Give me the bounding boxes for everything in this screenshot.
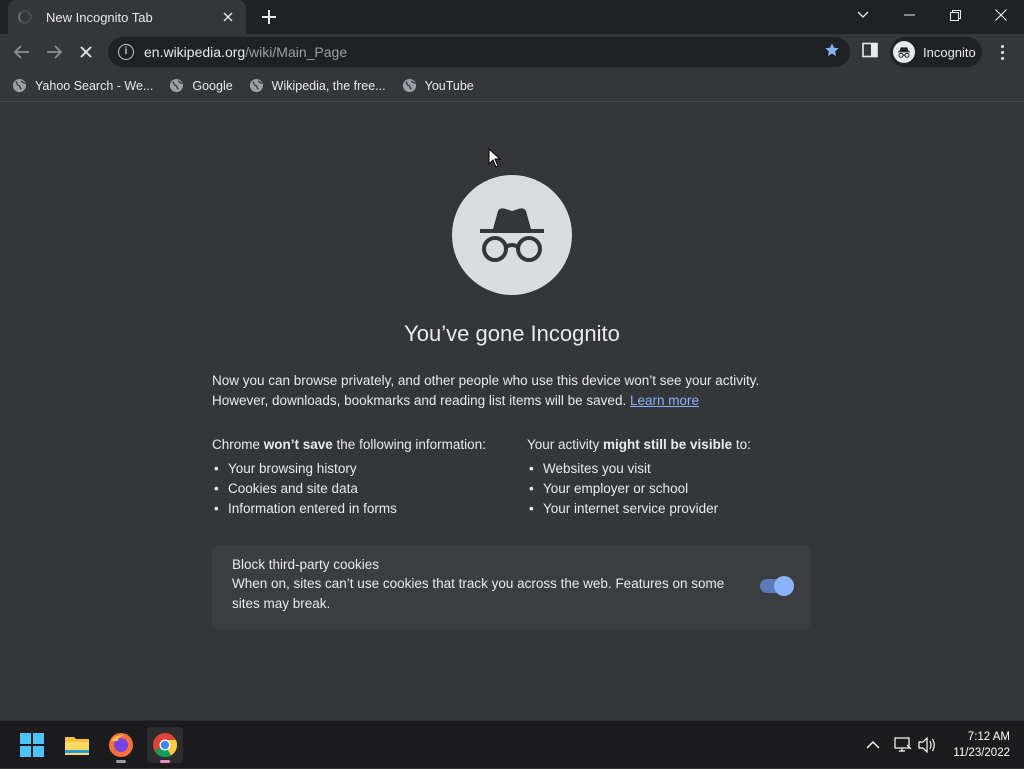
intro-line-1: Now you can browse privately, and other … — [212, 373, 760, 388]
still-visible-title-bold: might still be visible — [603, 437, 733, 452]
globe-icon — [12, 78, 27, 93]
block-cookies-toggle[interactable] — [760, 576, 794, 596]
tab-close-icon[interactable] — [220, 9, 236, 25]
bookmarks-bar: Yahoo Search - We... Google Wikipedia, t… — [0, 70, 1024, 102]
address-url[interactable]: en.wikipedia.org/wiki/Main_Page — [144, 44, 824, 60]
list-item: Information entered in forms — [212, 499, 512, 519]
windows-start-icon[interactable] — [14, 727, 50, 763]
bookmark-label: YouTube — [424, 78, 474, 93]
forward-button[interactable] — [40, 38, 68, 66]
globe-icon — [249, 78, 263, 93]
browser-toolbar: i en.wikipedia.org/wiki/Main_Page Incogn… — [0, 34, 1024, 70]
incognito-hero-icon — [452, 175, 572, 295]
list-item: Your browsing history — [212, 459, 512, 479]
address-bar[interactable]: i en.wikipedia.org/wiki/Main_Page — [108, 37, 850, 67]
list-item: Websites you visit — [527, 459, 827, 479]
wont-save-column: Chrome won’t save the following informat… — [212, 435, 512, 519]
block-cookies-card: Block third-party cookies When on, sites… — [212, 545, 810, 629]
bookmark-star-icon[interactable] — [824, 42, 840, 63]
wont-save-title: Chrome won’t save the following informat… — [212, 435, 512, 455]
network-icon[interactable] — [894, 721, 912, 769]
still-visible-title: Your activity might still be visible to: — [527, 435, 827, 455]
show-hidden-icons-chevron[interactable] — [866, 721, 880, 769]
profile-label: Incognito — [923, 44, 976, 60]
wont-save-title-pre: Chrome — [212, 437, 264, 452]
stop-loading-button[interactable] — [72, 38, 100, 66]
loading-spinner-icon — [18, 10, 32, 24]
bookmark-label: Google — [192, 78, 233, 93]
still-visible-title-post: to: — [732, 437, 751, 452]
bookmark-label: Wikipedia, the free... — [271, 78, 386, 93]
site-info-icon[interactable]: i — [118, 44, 134, 60]
windows-taskbar: 7:12 AM 11/23/2022 — [0, 720, 1024, 768]
active-indicator — [160, 760, 170, 763]
bookmark-label: Yahoo Search - We... — [35, 78, 154, 93]
url-path: /wiki/Main_Page — [245, 44, 348, 60]
running-indicator — [116, 760, 126, 763]
globe-icon — [402, 78, 416, 93]
restore-button[interactable] — [932, 0, 978, 30]
list-item: Your internet service provider — [527, 499, 827, 519]
system-clock[interactable]: 7:12 AM 11/23/2022 — [953, 729, 1010, 761]
chrome-icon[interactable] — [147, 727, 183, 763]
file-explorer-icon[interactable] — [59, 727, 95, 763]
firefox-icon[interactable] — [103, 727, 139, 763]
mouse-cursor-icon — [488, 148, 502, 168]
chrome-menu-icon[interactable] — [992, 40, 1012, 64]
still-visible-title-pre: Your activity — [527, 437, 604, 452]
still-visible-column: Your activity might still be visible to:… — [527, 435, 827, 519]
intro-line-2-text: However, downloads, bookmarks and readin… — [212, 393, 627, 408]
cookie-card-title: Block third-party cookies — [232, 557, 380, 572]
list-item: Your employer or school — [527, 479, 827, 499]
intro-line-2: However, downloads, bookmarks and readin… — [212, 391, 812, 411]
bookmark-wikipedia[interactable]: Wikipedia, the free... — [249, 78, 386, 93]
incognito-avatar-icon — [893, 41, 915, 63]
incognito-profile-button[interactable]: Incognito — [890, 37, 982, 67]
volume-icon[interactable] — [918, 721, 936, 769]
toggle-knob — [774, 576, 794, 596]
back-button[interactable] — [8, 38, 36, 66]
intro-text: Now you can browse privately, and other … — [212, 371, 812, 411]
url-host: en.wikipedia.org — [144, 44, 246, 60]
clock-time: 7:12 AM — [967, 731, 1010, 743]
learn-more-link[interactable]: Learn more — [630, 393, 699, 408]
cookie-card-description: When on, sites can’t use cookies that tr… — [232, 576, 725, 611]
side-panel-icon[interactable] — [862, 42, 882, 62]
tab-search-chevron-icon[interactable] — [840, 0, 886, 30]
new-tab-button[interactable] — [259, 7, 279, 27]
clock-date: 11/23/2022 — [953, 747, 1010, 759]
tab-strip: New Incognito Tab — [0, 0, 1024, 34]
incognito-page: You’ve gone Incognito Now you can browse… — [0, 103, 1024, 720]
page-headline: You’ve gone Incognito — [404, 321, 620, 346]
close-window-button[interactable] — [978, 0, 1024, 30]
bookmark-google[interactable]: Google — [169, 78, 233, 93]
list-item: Cookies and site data — [212, 479, 512, 499]
tab-title: New Incognito Tab — [46, 9, 153, 25]
wont-save-title-bold: won’t save — [263, 437, 333, 452]
minimize-button[interactable] — [886, 0, 932, 30]
bookmark-youtube[interactable]: YouTube — [402, 78, 474, 93]
tab-new-incognito[interactable]: New Incognito Tab — [8, 0, 246, 34]
bookmark-yahoo[interactable]: Yahoo Search - We... — [12, 78, 153, 93]
wont-save-title-post: the following information: — [332, 437, 486, 452]
globe-icon — [170, 78, 184, 93]
